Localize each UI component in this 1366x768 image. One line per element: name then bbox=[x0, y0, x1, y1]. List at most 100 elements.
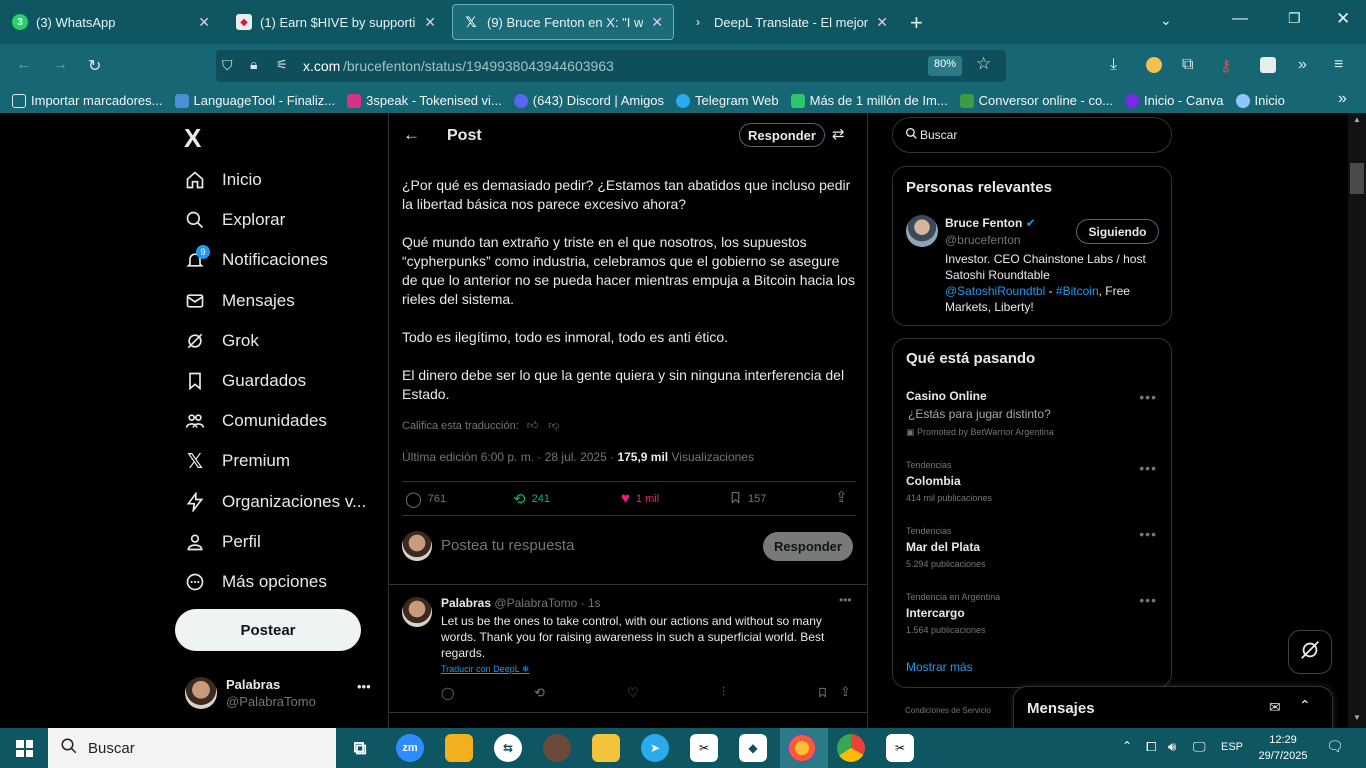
person-handle[interactable]: @brucefenton bbox=[945, 233, 1021, 247]
heart-icon[interactable]: ♡ bbox=[627, 685, 639, 701]
chevron-up-icon[interactable]: ⌃ bbox=[1299, 697, 1311, 714]
close-tab-icon[interactable]: ✕ bbox=[424, 14, 436, 31]
close-tab-icon[interactable]: ✕ bbox=[876, 14, 888, 31]
back-icon[interactable]: ← bbox=[16, 56, 32, 74]
nav-perfil[interactable]: Perfil bbox=[184, 527, 261, 557]
address-bar[interactable]: ⛉ 🔒︎ ⚟ x.com /brucefenton/status/1949938… bbox=[216, 50, 1006, 82]
page-scrollbar[interactable]: ▲ ▼ bbox=[1348, 113, 1366, 728]
zoom-app-icon[interactable]: zm bbox=[396, 734, 424, 762]
more-icon[interactable]: ••• bbox=[1139, 460, 1157, 476]
account-switcher[interactable]: Palabras @PalabraTomo ••• bbox=[175, 669, 375, 719]
minimize-icon[interactable]: — bbox=[1232, 10, 1248, 28]
tab-whatsapp[interactable]: 3 (3) WhatsApp ✕ bbox=[2, 4, 220, 40]
messages-drawer[interactable]: Mensajes ✉ ⌃ bbox=[1013, 686, 1333, 728]
more-icon[interactable]: ••• bbox=[1139, 526, 1157, 542]
clock[interactable]: 12:29 29/7/2025 bbox=[1258, 732, 1308, 764]
close-tab-icon[interactable]: ✕ bbox=[198, 14, 210, 31]
nav-comunidades[interactable]: Comunidades bbox=[184, 406, 327, 436]
volume-icon[interactable]: 🔊︎ bbox=[1168, 739, 1176, 755]
tab-hive[interactable]: ◆ (1) Earn $HIVE by supporting H ✕ bbox=[226, 4, 446, 40]
nav-premium[interactable]: 𝕏 Premium bbox=[184, 446, 290, 476]
star-icon[interactable]: ☆ bbox=[976, 54, 991, 74]
app-cube-icon[interactable]: ◆ bbox=[739, 734, 767, 762]
bookmark-stat[interactable]: 157 bbox=[729, 490, 766, 508]
more-icon[interactable]: ••• bbox=[839, 593, 852, 607]
bookmark-discord[interactable]: (643) Discord | Amigos bbox=[513, 93, 664, 108]
nav-inicio[interactable]: Inicio bbox=[184, 165, 262, 195]
repost-icon[interactable]: ⟲ bbox=[534, 685, 545, 701]
key-extension-icon[interactable]: ⚷ bbox=[1220, 56, 1232, 76]
more-icon[interactable]: ••• bbox=[1139, 592, 1157, 608]
tab-deepl[interactable]: › DeepL Translate - El mejor trad ✕ bbox=[680, 4, 898, 40]
post-button[interactable]: Postear bbox=[175, 609, 361, 651]
camera-tray-icon[interactable]: ⧠ bbox=[1146, 739, 1156, 755]
reply-input[interactable]: Postea tu respuesta bbox=[441, 537, 574, 554]
telegram-icon[interactable]: ➤ bbox=[641, 734, 669, 762]
comment-icon[interactable]: ◯ bbox=[441, 686, 454, 700]
share-icon[interactable]: ⇪ bbox=[835, 488, 848, 506]
nav-mas-opciones[interactable]: Más opciones bbox=[184, 567, 327, 597]
tweet-timestamp[interactable]: Última edición 6:00 p. m. · 28 jul. 2025… bbox=[402, 450, 617, 464]
footer-link[interactable]: Condiciones de Servicio bbox=[905, 706, 991, 715]
bookmark-languagetool[interactable]: LanguageTool - Finaliz... bbox=[174, 93, 335, 108]
bookmark-icon[interactable] bbox=[817, 686, 828, 704]
menu-icon[interactable]: ≡ bbox=[1334, 56, 1343, 74]
reply-submit-button[interactable]: Responder bbox=[763, 532, 853, 561]
windows-start-icon[interactable] bbox=[16, 740, 33, 757]
tab-x-post[interactable]: 𝕏 (9) Bruce Fenton en X: "I want a ✕ bbox=[452, 4, 674, 40]
filter-icon[interactable]: ⇄ bbox=[832, 125, 845, 143]
bookmark-canva[interactable]: Inicio - Canva bbox=[1125, 93, 1224, 108]
nav-mensajes[interactable]: Mensajes bbox=[184, 286, 295, 316]
x-logo[interactable]: X bbox=[184, 123, 201, 154]
bookmark-pixabay[interactable]: Más de 1 millón de Im... bbox=[790, 93, 948, 108]
trend-item[interactable]: Tendencias Colombia 414 mil publicacione… bbox=[893, 458, 1171, 510]
nav-explorar[interactable]: Explorar bbox=[184, 205, 285, 235]
bookmark-import[interactable]: Importar marcadores... bbox=[12, 93, 163, 108]
file-explorer-icon[interactable] bbox=[592, 734, 620, 762]
reply-author-name[interactable]: Palabras bbox=[441, 596, 491, 610]
tab-list-icon[interactable]: ⌄ bbox=[1160, 12, 1172, 29]
scroll-up-icon[interactable]: ▲ bbox=[1353, 115, 1361, 124]
bookmark-inicio[interactable]: Inicio bbox=[1235, 93, 1285, 108]
scrollbar-thumb[interactable] bbox=[1350, 163, 1364, 194]
firefox-icon[interactable] bbox=[788, 734, 816, 762]
thumbs-down-icon[interactable]: 👎︎ bbox=[548, 419, 559, 432]
grok-floating-button[interactable] bbox=[1288, 630, 1332, 674]
task-view-icon[interactable]: ⧉ bbox=[346, 734, 374, 762]
page-settings-icon[interactable]: ⚟ bbox=[276, 57, 288, 73]
shield-icon[interactable]: ⛉ bbox=[222, 57, 233, 74]
share-icon[interactable]: ⇪ bbox=[840, 684, 851, 700]
following-button[interactable]: Siguiendo bbox=[1076, 219, 1159, 244]
bookmark-convertio[interactable]: Conversor online - co... bbox=[959, 93, 1113, 108]
nav-guardados[interactable]: Guardados bbox=[184, 366, 306, 396]
search-input[interactable]: Buscar bbox=[920, 128, 957, 142]
bio-hashtag-link[interactable]: #Bitcoin bbox=[1056, 284, 1099, 298]
back-arrow-icon[interactable]: ← bbox=[403, 125, 420, 145]
bookmark-telegram[interactable]: Telegram Web bbox=[676, 93, 779, 108]
analytics-icon[interactable]: ⫶ bbox=[722, 685, 725, 700]
overflow-chevron-icon[interactable]: » bbox=[1298, 56, 1307, 74]
download-icon[interactable]: ⤓ bbox=[1110, 56, 1117, 74]
search-box[interactable]: Buscar bbox=[892, 117, 1172, 153]
repost-stat[interactable]: ⟲ 241 bbox=[513, 490, 550, 508]
avatar[interactable] bbox=[906, 215, 938, 247]
app-avatar-icon[interactable] bbox=[543, 734, 571, 762]
reply-time[interactable]: · 1s bbox=[581, 596, 601, 610]
account-more-icon[interactable]: ••• bbox=[357, 679, 371, 694]
trend-ad[interactable]: Casino Online ¿Estás para jugar distinto… bbox=[893, 387, 1171, 447]
network-icon[interactable]: 🖵 bbox=[1193, 739, 1206, 755]
language-indicator[interactable]: ESP bbox=[1221, 741, 1243, 753]
reply-tweet[interactable]: Palabras @PalabraTomo · 1s ••• Let us be… bbox=[389, 585, 867, 712]
nav-grok[interactable]: Grok bbox=[184, 326, 259, 356]
store-icon[interactable] bbox=[445, 734, 473, 762]
reload-icon[interactable]: ↻ bbox=[88, 56, 101, 76]
reply-author-handle[interactable]: @PalabraTomo bbox=[494, 596, 577, 610]
scroll-down-icon[interactable]: ▼ bbox=[1353, 713, 1361, 722]
forward-icon[interactable]: → bbox=[52, 56, 68, 74]
notification-center-icon[interactable]: 🗨 bbox=[1326, 738, 1344, 755]
tray-chevron-icon[interactable]: ⌃ bbox=[1122, 739, 1132, 753]
nav-organizaciones[interactable]: Organizaciones v... bbox=[184, 487, 366, 517]
translate-link[interactable]: Traducir con DeepL ❄ bbox=[441, 664, 529, 675]
restore-icon[interactable]: ❐ bbox=[1288, 10, 1301, 27]
bio-mention-link[interactable]: @SatoshiRoundtbl bbox=[945, 284, 1045, 298]
